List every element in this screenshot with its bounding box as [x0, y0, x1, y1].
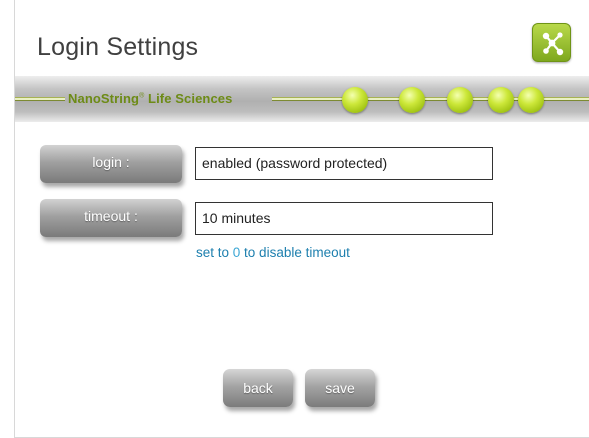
- settings-panel: Login Settings NanoString® Life Sciences: [14, 0, 589, 438]
- timeout-hint: set to 0 to disable timeout: [196, 245, 350, 260]
- login-value-field[interactable]: enabled (password protected): [195, 147, 493, 180]
- timeout-button[interactable]: timeout :: [40, 199, 182, 237]
- page-title: Login Settings: [37, 33, 199, 61]
- brand-name: NanoString® Life Sciences: [68, 91, 233, 106]
- decor-dot: [447, 87, 473, 113]
- decor-dot: [342, 87, 368, 113]
- decor-dot: [518, 87, 544, 113]
- decor-dot: [399, 87, 425, 113]
- timeout-value-field[interactable]: 10 minutes: [195, 202, 493, 235]
- save-button[interactable]: save: [305, 369, 375, 407]
- network-icon[interactable]: [532, 23, 571, 62]
- brand-banner: NanoString® Life Sciences: [15, 76, 589, 122]
- login-button[interactable]: login :: [40, 145, 182, 183]
- decor-dot: [488, 87, 514, 113]
- banner-line: [15, 98, 65, 100]
- back-button[interactable]: back: [223, 369, 293, 407]
